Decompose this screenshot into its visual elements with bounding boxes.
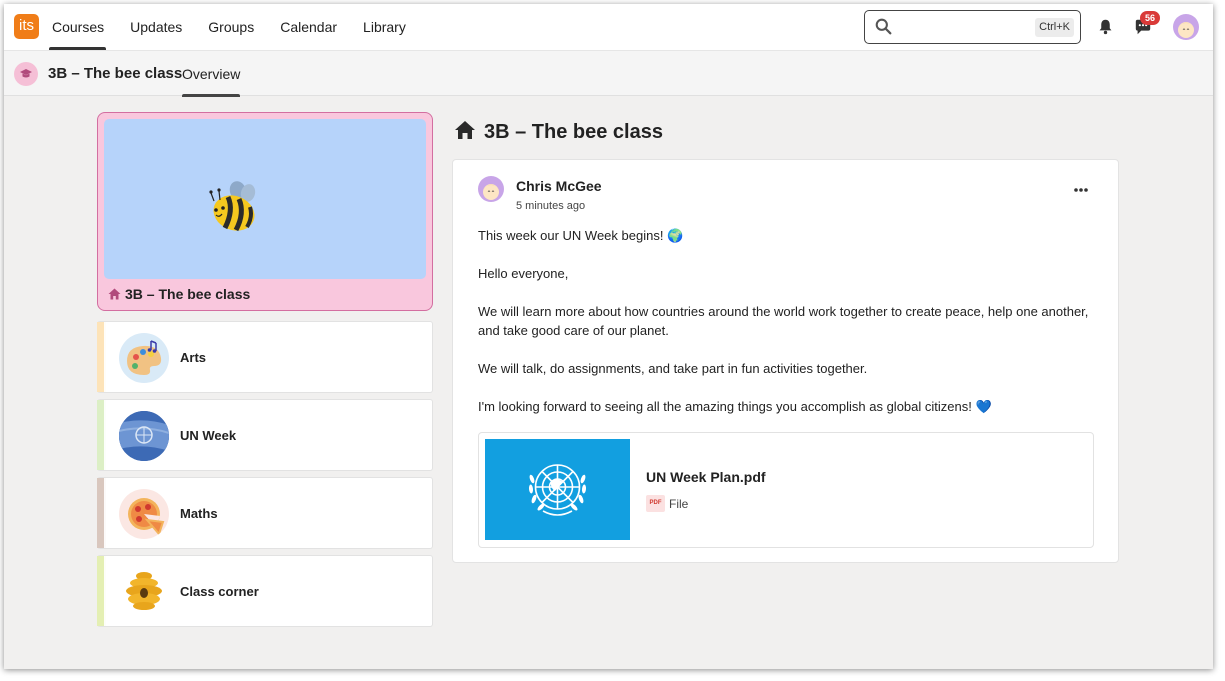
user-avatar[interactable] [1173,14,1199,40]
post-paragraph: We will talk, do assignments, and take p… [478,361,868,376]
course-name: UN Week [180,428,237,443]
course-color-stripe [97,400,106,470]
post-paragraph: Hello everyone, [478,266,569,281]
beehive-icon [119,567,169,617]
nav-calendar[interactable]: Calendar [268,4,349,50]
tab-overview[interactable]: Overview [182,51,241,97]
home-icon [108,288,121,300]
course-item-maths[interactable]: Maths [97,477,433,549]
main-nav: Courses Updates Groups Calendar Library [40,4,420,50]
pdf-file-icon: PDF [646,495,665,512]
un-flag-icon [119,411,169,461]
post-author[interactable]: Chris McGee [516,178,602,194]
chat-count-badge: 56 [1140,11,1160,25]
avatar-face-icon [1178,22,1194,38]
pizza-icon [119,489,169,539]
app-window: its Courses Updates Groups Calendar Libr… [4,4,1213,669]
course-color-stripe [97,556,106,626]
class-header-bar: 3B – The bee class Overview [4,50,1213,97]
post-paragraph: I'm looking forward to seeing all the am… [478,399,992,414]
course-color-stripe [97,478,106,548]
nav-updates[interactable]: Updates [118,4,194,50]
search-input[interactable] [899,16,1029,38]
course-name: Class corner [180,584,259,599]
class-title[interactable]: 3B – The bee class [48,51,182,97]
hero-label-text: 3B – The bee class [125,286,251,302]
home-icon [455,121,475,139]
attachment-name[interactable]: UN Week Plan.pdf [646,469,766,485]
post-card: Chris McGee 5 minutes ago This week our … [452,159,1119,563]
search-shortcut: Ctrl+K [1035,18,1074,37]
page-title-text: 3B – The bee class [484,121,663,143]
palette-icon [119,333,169,383]
nav-courses[interactable]: Courses [40,4,116,50]
attachment-thumbnail [485,439,630,540]
post-paragraph: This week our UN Week begins! 🌍 [478,228,684,243]
attachment-type: File [669,497,689,511]
course-name: Maths [180,506,218,521]
nav-library[interactable]: Library [351,4,418,50]
course-color-stripe [97,322,106,392]
course-name: Arts [180,350,207,365]
bee-icon [209,181,256,232]
course-item-arts[interactable]: Arts [97,321,433,393]
hero-label: 3B – The bee class [108,286,250,302]
post-paragraph: We will learn more about how countries a… [478,304,1089,338]
avatar-face-icon [483,184,499,200]
course-item-class-corner[interactable]: Class corner [97,555,433,627]
attachment-card[interactable]: UN Week Plan.pdf PDF File [478,432,1094,548]
author-avatar[interactable] [478,176,504,202]
un-emblem-icon [528,464,587,516]
post-body: This week our UN Week begins! 🌍 Hello ev… [478,226,1098,435]
app-logo[interactable]: its [14,14,39,39]
search-icon [875,18,892,35]
page-title: 3B – The bee class [454,117,663,147]
class-hero-image [104,119,426,279]
post-timestamp: 5 minutes ago [516,200,586,212]
more-icon[interactable] [1070,184,1092,196]
bell-icon[interactable] [1097,18,1114,35]
class-hero-card[interactable]: 3B – The bee class [97,112,433,311]
nav-groups[interactable]: Groups [196,4,266,50]
search-box[interactable]: Ctrl+K [864,10,1081,44]
graduation-cap-icon [14,62,38,86]
course-item-un-week[interactable]: UN Week [97,399,433,471]
top-bar: its Courses Updates Groups Calendar Libr… [4,4,1213,50]
